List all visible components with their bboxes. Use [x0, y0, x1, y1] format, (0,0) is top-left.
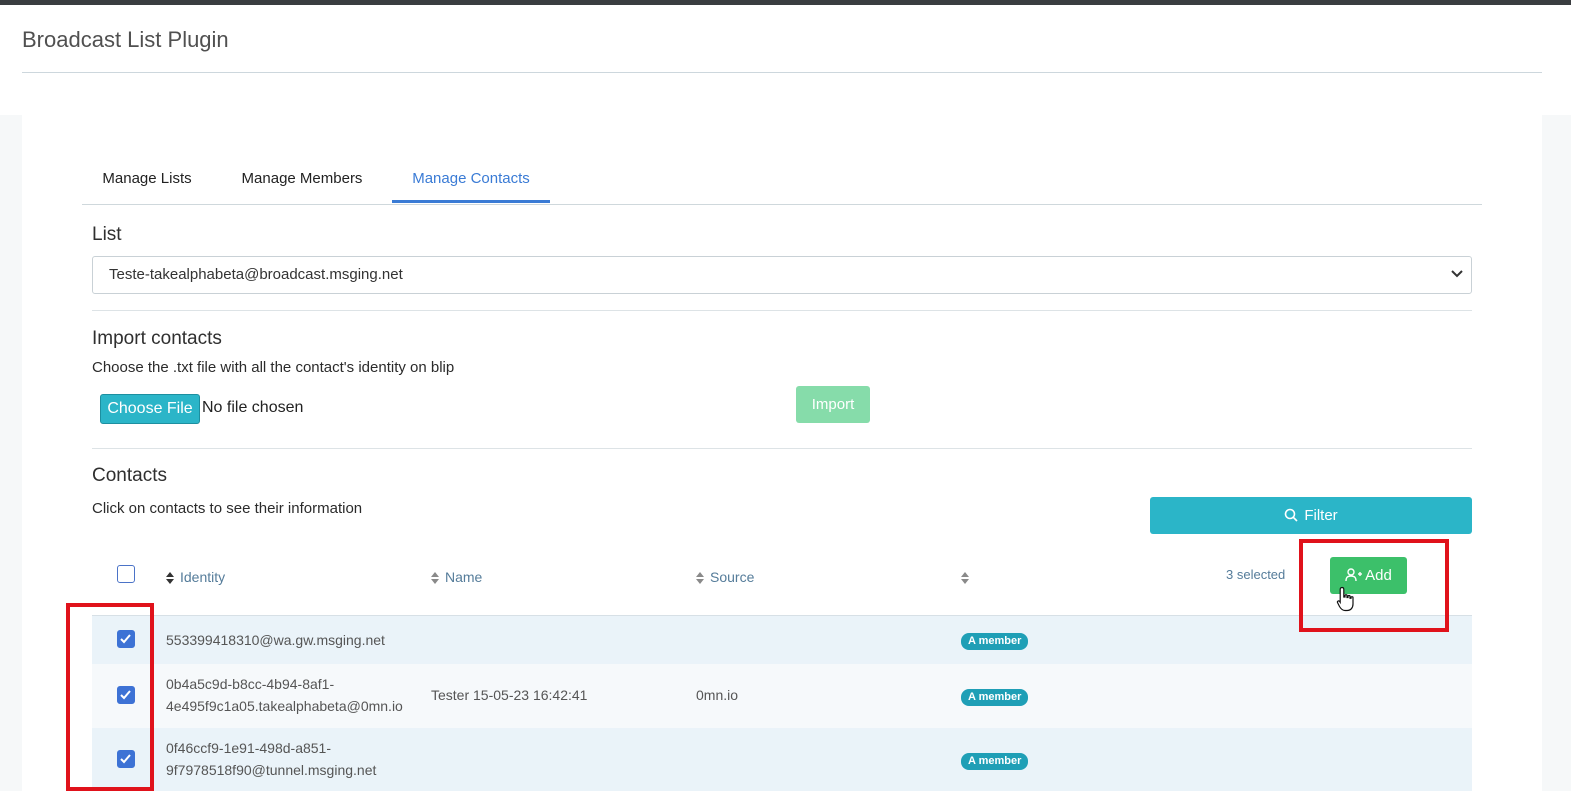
- sort-icon: [961, 572, 969, 585]
- table-row[interactable]: 0b4a5c9d-b8cc-4b94-8af1- 4e495f9c1a05.ta…: [92, 664, 1472, 728]
- table-row[interactable]: 0f46ccf9-1e91-498d-a851- 9f7978518f90@tu…: [92, 728, 1472, 791]
- member-badge: A member: [961, 689, 1029, 706]
- tab-manage-contacts[interactable]: Manage Contacts: [392, 159, 550, 203]
- chevron-down-icon: [1451, 270, 1463, 278]
- contacts-section-title: Contacts: [92, 465, 167, 486]
- cell-identity: 0b4a5c9d-b8cc-4b94-8af1- 4e495f9c1a05.ta…: [166, 673, 403, 717]
- list-select-value: Teste-takealphabeta@broadcast.msging.net: [109, 266, 403, 283]
- sort-icon: [431, 572, 439, 585]
- list-select[interactable]: Teste-takealphabeta@broadcast.msging.net: [92, 256, 1472, 294]
- member-badge: A member: [961, 753, 1029, 770]
- page-header: Broadcast List Plugin: [0, 5, 1571, 115]
- choose-file-button[interactable]: Choose File: [100, 394, 200, 424]
- contacts-description: Click on contacts to see their informati…: [92, 500, 363, 517]
- page-title: Broadcast List Plugin: [22, 27, 229, 52]
- column-identity[interactable]: Identity: [166, 569, 225, 585]
- divider: [92, 448, 1472, 449]
- identity-text: 4e495f9c1a05.takealphabeta@0mn.io: [166, 698, 403, 714]
- cell-identity: 553399418310@wa.gw.msging.net: [166, 629, 385, 651]
- filter-button[interactable]: Filter: [1150, 497, 1472, 534]
- header-divider: [22, 72, 1542, 73]
- import-button[interactable]: Import: [796, 386, 870, 423]
- filter-button-label: Filter: [1304, 507, 1338, 524]
- table-row[interactable]: 553399418310@wa.gw.msging.net A member: [92, 616, 1472, 664]
- file-status-text: No file chosen: [202, 399, 304, 416]
- tab-bar: Manage Lists Manage Members Manage Conta…: [82, 159, 1482, 205]
- highlight-checkboxes: [66, 603, 154, 791]
- highlight-add-button: [1299, 539, 1449, 632]
- member-badge: A member: [961, 633, 1029, 650]
- identity-text: 0b4a5c9d-b8cc-4b94-8af1-: [166, 676, 335, 692]
- table-header: Identity Name Source 3 selected Add: [92, 555, 1472, 616]
- list-section-title: List: [92, 224, 122, 245]
- main-panel: Manage Lists Manage Members Manage Conta…: [22, 115, 1542, 791]
- divider: [92, 310, 1472, 311]
- import-section-title: Import contacts: [92, 328, 222, 349]
- identity-text: 0f46ccf9-1e91-498d-a851-: [166, 740, 332, 756]
- selected-count: 3 selected: [1226, 567, 1286, 582]
- column-source[interactable]: Source: [696, 569, 754, 585]
- cell-name: Tester 15-05-23 16:42:41: [431, 687, 588, 703]
- identity-text: 553399418310@wa.gw.msging.net: [166, 632, 385, 648]
- tab-manage-lists[interactable]: Manage Lists: [82, 159, 212, 203]
- column-source-label: Source: [710, 569, 755, 585]
- import-description: Choose the .txt file with all the contac…: [92, 359, 455, 376]
- cell-source: 0mn.io: [696, 687, 739, 703]
- search-icon: [1285, 508, 1298, 522]
- tab-manage-members[interactable]: Manage Members: [232, 159, 372, 203]
- column-status[interactable]: [961, 569, 975, 585]
- identity-text: 9f7978518f90@tunnel.msging.net: [166, 762, 377, 778]
- column-name[interactable]: Name: [431, 569, 482, 585]
- column-name-label: Name: [445, 569, 483, 585]
- sort-icon: [696, 572, 704, 585]
- column-identity-label: Identity: [180, 569, 226, 585]
- sort-icon: [166, 572, 174, 585]
- panel-caret: [57, 105, 77, 115]
- cell-identity: 0f46ccf9-1e91-498d-a851- 9f7978518f90@tu…: [166, 737, 376, 781]
- hand-cursor-icon: [1336, 586, 1354, 612]
- select-all-checkbox[interactable]: [117, 565, 135, 583]
